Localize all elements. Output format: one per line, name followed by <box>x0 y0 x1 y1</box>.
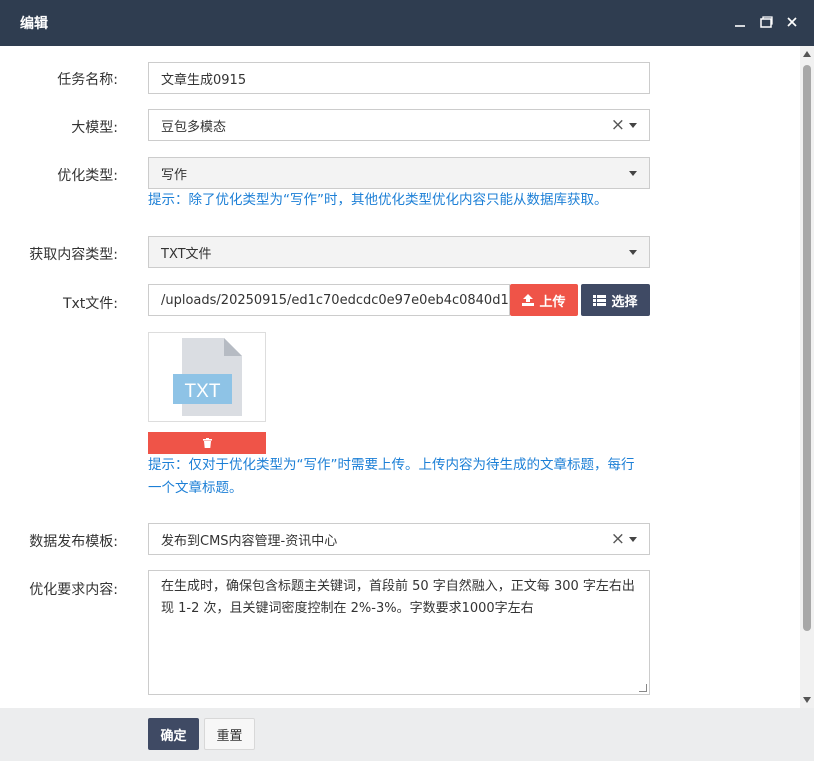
upload-button[interactable]: 上传 <box>510 284 578 316</box>
dialog-title: 编辑 <box>20 16 48 32</box>
content-type-value: TXT文件 <box>161 246 212 262</box>
model-select[interactable]: 豆包多模态 × <box>148 109 650 141</box>
content-type-select[interactable]: TXT文件 <box>148 236 650 268</box>
chevron-down-icon[interactable] <box>629 123 637 128</box>
requirements-label: 优化要求内容: <box>29 582 118 598</box>
scroll-down-icon[interactable] <box>803 697 811 703</box>
upload-label: 上传 <box>539 294 566 310</box>
upload-icon <box>522 294 535 306</box>
thumb-text: TXT <box>185 381 221 402</box>
content-type-label: 获取内容类型: <box>29 247 118 263</box>
publish-template-value: 发布到CMS内容管理-资讯中心 <box>161 533 338 549</box>
publish-template-select[interactable]: 发布到CMS内容管理-资讯中心 × <box>148 523 650 555</box>
reset-button[interactable]: 重置 <box>204 718 255 750</box>
scrollbar-thumb[interactable] <box>803 65 811 631</box>
optimize-type-select[interactable]: 写作 <box>148 157 650 189</box>
publish-template-label: 数据发布模板: <box>29 534 118 550</box>
dialog-body: 任务名称: 文章生成0915 大模型: 豆包多模态 × 优化类型: 写作 提示：… <box>0 46 814 708</box>
delete-button[interactable] <box>148 432 266 454</box>
requirements-textarea[interactable]: 在生成时，确保包含标题主关键词，首段前 50 字自然融入，正文每 300 字左右… <box>148 570 650 695</box>
trash-icon <box>202 438 212 448</box>
scroll-up-icon[interactable] <box>803 51 811 57</box>
txt-file-input[interactable]: /uploads/20250915/ed1c70edcdc0e97e0eb4c0… <box>148 284 510 316</box>
requirements-line1: 在生成时，确保包含标题主关键词，首段前 50 字自然融入，正文每 300 字左右… <box>161 579 635 594</box>
txt-file-path: /uploads/20250915/ed1c70edcdc0e97e0eb4c0… <box>161 292 510 308</box>
vertical-scrollbar[interactable] <box>800 46 814 708</box>
task-name-label: 任务名称: <box>57 72 118 88</box>
task-name-input[interactable]: 文章生成0915 <box>148 62 650 94</box>
chevron-down-icon[interactable] <box>629 537 637 542</box>
clear-icon[interactable]: × <box>611 529 625 549</box>
dialog-titlebar: 编辑 <box>0 0 814 46</box>
requirements-line2: 现 1-2 次，且关键词密度控制在 2%-3%。字数要求1000字左右 <box>161 601 534 616</box>
window-controls <box>732 13 800 31</box>
file-thumbnail: TXT <box>148 332 266 422</box>
model-value: 豆包多模态 <box>161 119 227 135</box>
choose-button[interactable]: 选择 <box>581 284 650 316</box>
task-name-value: 文章生成0915 <box>161 72 247 88</box>
list-icon <box>593 294 607 306</box>
optimize-type-value: 写作 <box>161 167 188 183</box>
chevron-down-icon[interactable] <box>629 250 637 255</box>
minimize-icon[interactable] <box>732 13 748 31</box>
choose-label: 选择 <box>611 294 638 310</box>
close-icon[interactable] <box>784 13 800 31</box>
txt-file-hint-line2: 一个文章标题。 <box>148 480 243 496</box>
txt-file-hint-line1: 提示：仅对于优化类型为“写作”时需要上传。上传内容为待生成的文章标题，每行 <box>148 457 635 473</box>
txt-file-label: Txt文件: <box>62 296 118 312</box>
resize-handle[interactable] <box>639 684 647 692</box>
confirm-button[interactable]: 确定 <box>148 718 199 750</box>
model-label: 大模型: <box>71 120 118 136</box>
optimize-type-label: 优化类型: <box>57 168 118 184</box>
txt-file-icon: TXT <box>173 338 242 416</box>
chevron-down-icon[interactable] <box>629 171 637 176</box>
optimize-type-hint: 提示：除了优化类型为“写作”时，其他优化类型优化内容只能从数据库获取。 <box>148 192 608 208</box>
dialog-footer: 确定 重置 <box>0 708 814 761</box>
clear-icon[interactable]: × <box>611 115 625 135</box>
maximize-icon[interactable] <box>758 13 774 31</box>
